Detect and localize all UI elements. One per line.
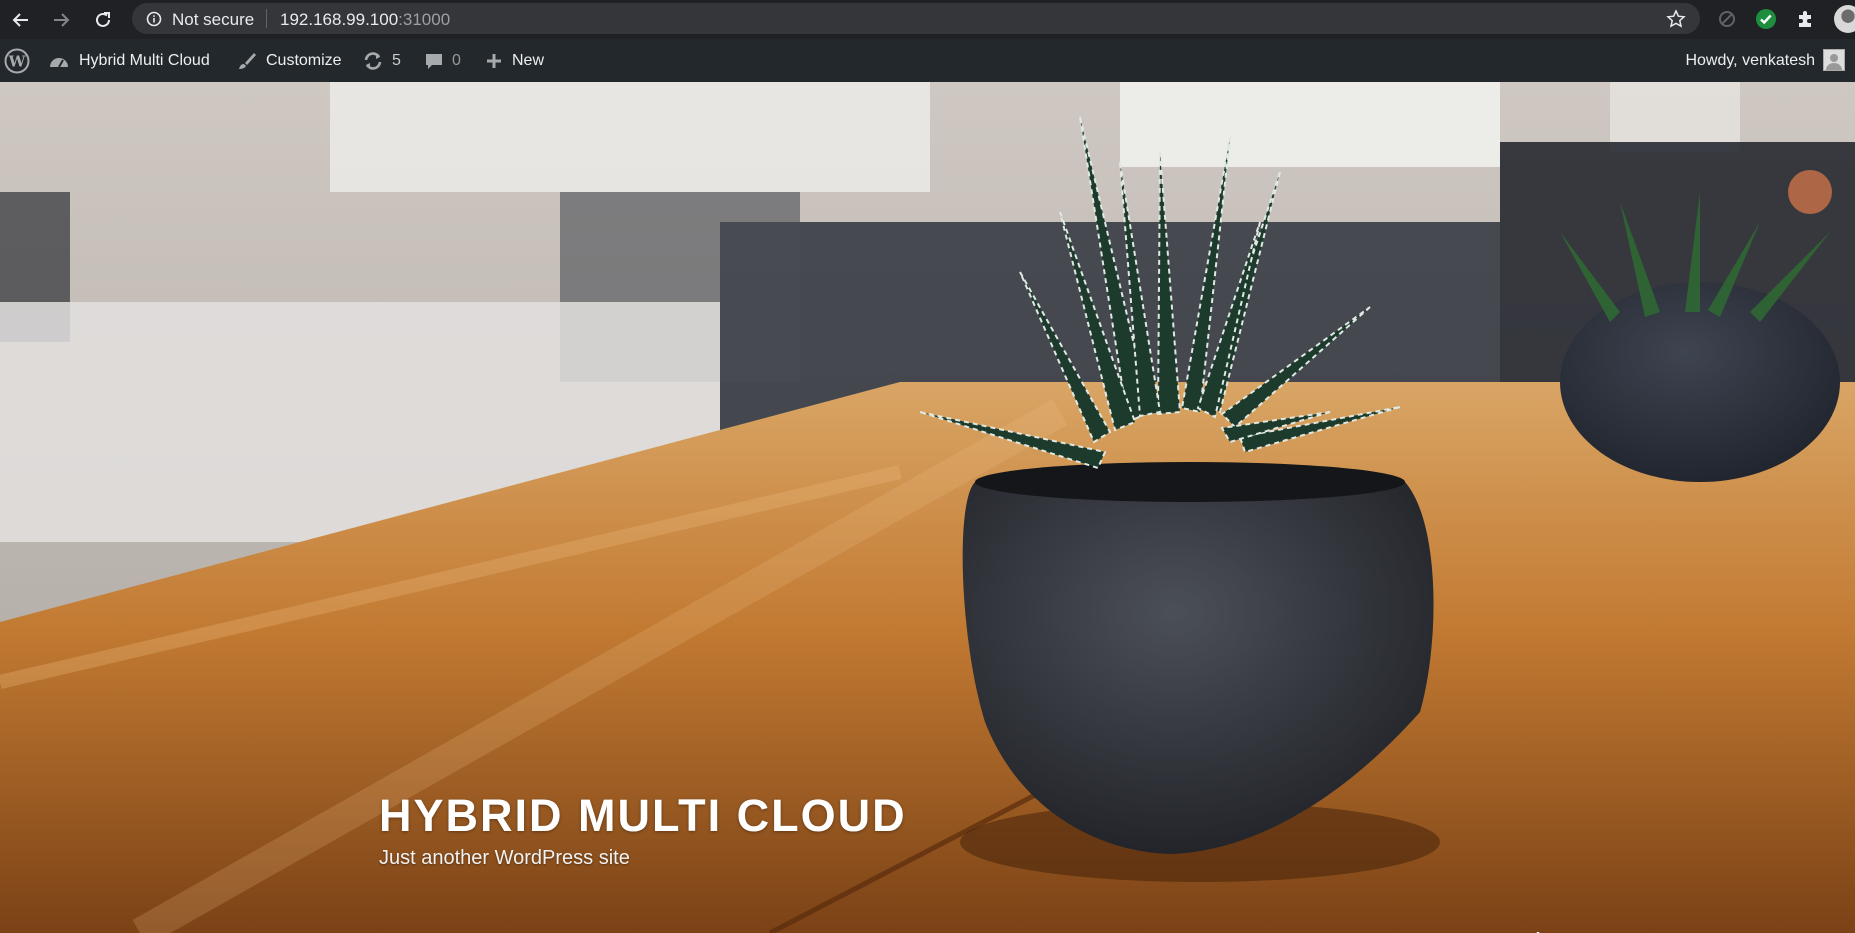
site-name-menu[interactable]: Hybrid Multi Cloud [48,39,210,82]
new-content-menu[interactable]: New [485,39,544,82]
extension-check-icon[interactable] [1755,8,1777,30]
star-icon[interactable] [1666,9,1686,29]
my-account-menu[interactable]: Howdy, venkatesh [1685,39,1815,82]
url-host: 192.168.99.100 [280,10,399,29]
url-text[interactable]: 192.168.99.100:31000 [280,10,450,30]
svg-text:W: W [8,52,27,70]
comments-menu[interactable]: 0 [424,39,461,82]
comments-count: 0 [452,51,461,69]
updates-count: 5 [392,51,401,69]
browser-toolbar: Not secure 192.168.99.100:31000 [0,0,1855,39]
extension-sync-icon[interactable] [1716,8,1738,30]
puzzle-icon[interactable] [1795,8,1817,30]
howdy-text: Howdy, venkatesh [1685,51,1815,69]
site-title[interactable]: HYBRID MULTI CLOUD [379,790,907,842]
dashboard-icon [50,57,68,67]
wp-admin-bar: W Hybrid Multi Cloud Customize 5 0 New H… [0,39,1855,82]
profile-avatar[interactable] [1834,5,1855,33]
updates-icon [364,51,382,70]
admin-avatar[interactable] [1823,49,1845,71]
plus-icon [487,53,501,68]
omnibox-divider [266,9,267,28]
back-icon[interactable] [8,7,34,33]
new-label: New [512,51,545,69]
url-port: :31000 [398,10,451,29]
hero-background-image [0,82,1855,933]
hero-header: HYBRID MULTI CLOUD Just another WordPres… [0,82,1855,933]
wordpress-logo-icon[interactable]: W [4,39,30,82]
comment-icon [426,53,442,69]
customize-label: Customize [266,51,342,69]
forward-icon[interactable] [48,7,74,33]
arrow-down-icon[interactable] [1524,928,1552,933]
reload-icon[interactable] [90,7,116,33]
info-icon[interactable] [146,11,162,27]
site-name: Hybrid Multi Cloud [79,51,210,69]
site-tagline: Just another WordPress site [379,847,630,869]
brush-icon [239,52,256,69]
customize-menu[interactable]: Customize [237,39,342,82]
address-bar[interactable]: Not secure 192.168.99.100:31000 [132,3,1700,34]
updates-menu[interactable]: 5 [362,39,401,82]
security-status[interactable]: Not secure [172,10,254,30]
